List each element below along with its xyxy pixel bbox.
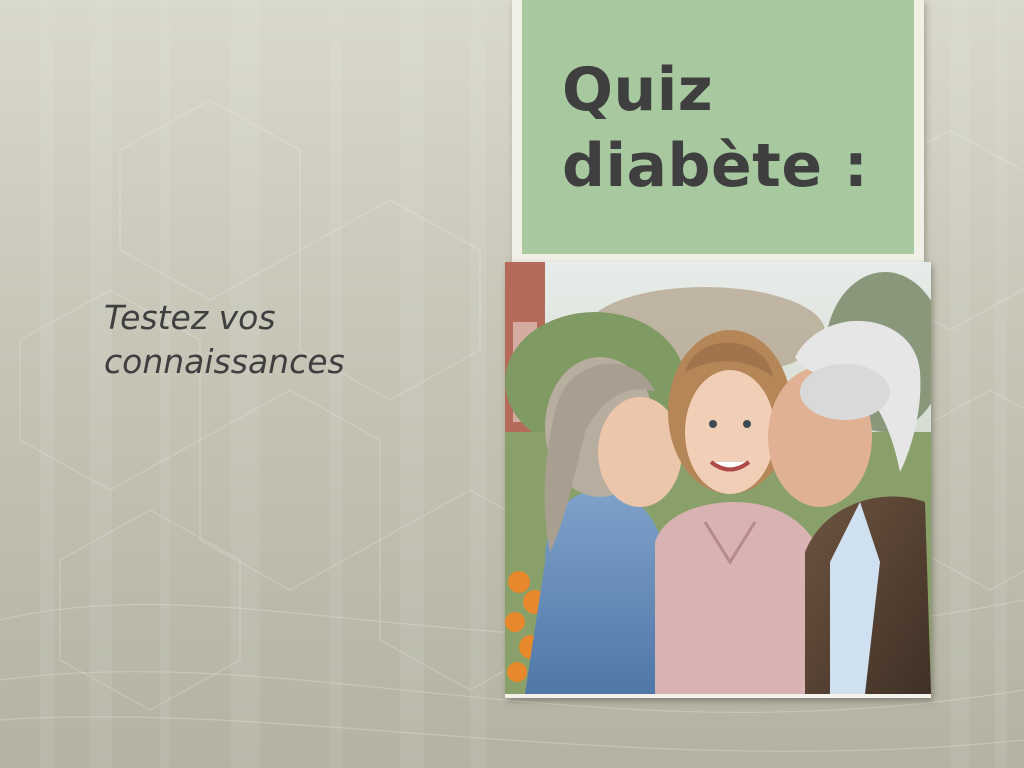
family-photo	[505, 262, 931, 694]
slide-title-line-2: diabète :	[562, 131, 869, 201]
photo-frame	[505, 262, 931, 698]
slide-title: Quiz diabète :	[562, 52, 902, 204]
slide-title-line-1: Quiz	[562, 55, 714, 125]
title-box: Quiz diabète :	[512, 0, 924, 262]
slide-subtitle: Testez vos connaissances	[104, 296, 434, 384]
slide-subtitle-line-2: connaissances	[104, 342, 345, 381]
title-background: Quiz diabète :	[522, 0, 914, 254]
slide-subtitle-line-1: Testez vos	[104, 298, 276, 337]
